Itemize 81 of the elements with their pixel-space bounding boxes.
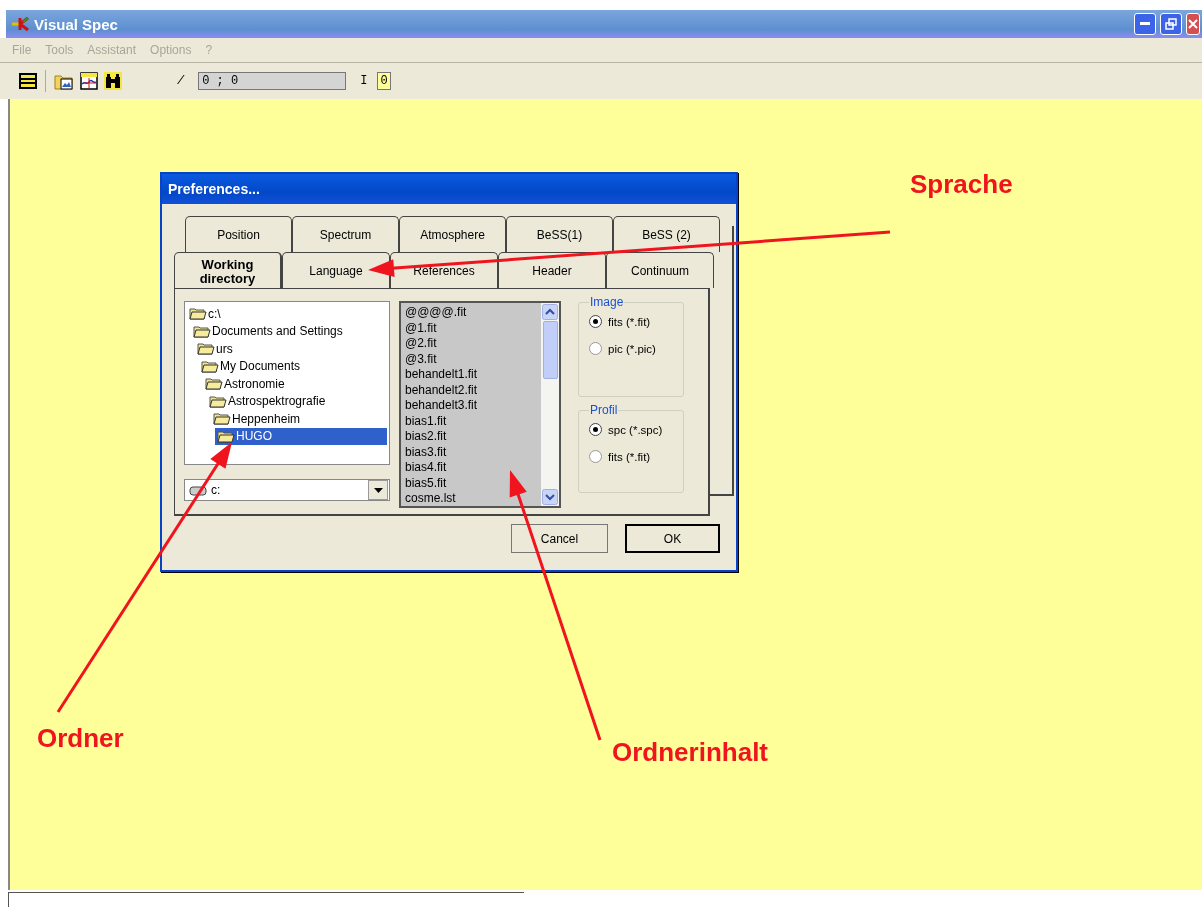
dropdown-arrow-icon	[373, 487, 383, 493]
scroll-thumb[interactable]	[542, 321, 558, 379]
folder-icon	[209, 394, 227, 408]
dialog-title: Preferences...	[168, 181, 260, 197]
tree-item[interactable]: Astrospektrografie	[207, 392, 326, 410]
folder-icon	[189, 307, 207, 321]
intensity-field[interactable]: 0	[377, 72, 392, 90]
tab[interactable]: BeSS (2)	[613, 216, 720, 252]
tab[interactable]: Spectrum	[292, 216, 399, 252]
tab[interactable]: Header	[498, 252, 606, 288]
tree-item[interactable]: c:\	[187, 305, 221, 323]
group-title: Profil	[589, 403, 619, 417]
position-field[interactable]: 0 ; 0	[198, 72, 347, 90]
tab[interactable]: Language	[282, 252, 390, 288]
annotation-label: Ordner	[37, 723, 124, 754]
close-button[interactable]	[1186, 13, 1200, 35]
folder-image-icon	[54, 72, 74, 90]
tree-item[interactable]: My Documents	[199, 357, 301, 375]
list-entry[interactable]: bias3.fit	[405, 444, 537, 460]
dialog-button[interactable]: OK	[625, 524, 720, 553]
radio-button[interactable]	[589, 342, 602, 355]
chart-icon	[80, 72, 98, 90]
scroll-down-icon	[542, 489, 558, 505]
list-entry[interactable]: behandelt3.fit	[405, 398, 537, 414]
list-entry[interactable]: bias4.fit	[405, 460, 537, 476]
list-tool-button[interactable]	[18, 72, 38, 90]
group-title: Image	[589, 295, 625, 309]
tree-item[interactable]: Astronomie	[203, 375, 285, 393]
list-entry[interactable]: bias5.fit	[405, 475, 537, 491]
annotation-label: Sprache	[910, 169, 1013, 200]
list-entry[interactable]: bias1.fit	[405, 413, 537, 429]
list-entry[interactable]: behandelt2.fit	[405, 382, 537, 398]
list-entry[interactable]: @1.fit	[405, 320, 537, 336]
list-entry[interactable]: behandelt1.fit	[405, 367, 537, 383]
folder-icon	[197, 342, 215, 356]
minimize-icon	[1140, 22, 1150, 26]
radio-option[interactable]: fits (*.fit)	[589, 450, 675, 463]
tab[interactable]: References	[390, 252, 498, 288]
radio-button[interactable]	[589, 315, 602, 328]
drive-dropdown[interactable]: c:	[184, 479, 390, 501]
intensity-label: I	[360, 74, 368, 88]
tab[interactable]: Atmosphere	[399, 216, 506, 252]
position-label: /	[177, 74, 185, 88]
close-icon	[1188, 19, 1198, 29]
radio-option[interactable]: spc (*.spc)	[589, 423, 675, 436]
list-entry[interactable]: cosme.lst	[405, 491, 537, 507]
tab[interactable]: Continuum	[606, 252, 714, 288]
folder-icon	[205, 377, 223, 391]
tree-item[interactable]: HUGO	[215, 427, 387, 445]
scroll-up-icon	[542, 304, 558, 320]
folder-icon	[193, 324, 211, 338]
minimize-button[interactable]	[1134, 13, 1156, 35]
radio-option[interactable]: fits (*.fit)	[589, 315, 675, 328]
list-icon	[19, 73, 37, 89]
app-logo-icon	[12, 16, 30, 32]
folder-icon	[213, 412, 231, 426]
list-entry[interactable]: @2.fit	[405, 336, 537, 352]
binoculars-icon	[104, 72, 122, 90]
tree-item[interactable]: Heppenheim	[211, 410, 301, 428]
tab[interactable]: Working directory	[174, 252, 282, 290]
drive-icon	[189, 484, 207, 496]
tree-item[interactable]: urs	[195, 340, 233, 358]
folder-icon	[217, 429, 235, 443]
tab[interactable]: Position	[185, 216, 292, 252]
list-entry[interactable]: @3.fit	[405, 351, 537, 367]
open-profile-button[interactable]	[79, 71, 99, 91]
list-entry[interactable]: @@@@.fit	[405, 305, 537, 321]
annotation-label: Ordnerinhalt	[612, 737, 768, 768]
radio-button[interactable]	[589, 423, 602, 436]
binoculars-button[interactable]	[103, 71, 123, 91]
radio-button[interactable]	[589, 450, 602, 463]
restore-button[interactable]	[1160, 13, 1182, 35]
tab[interactable]: BeSS(1)	[506, 216, 613, 252]
dialog-button[interactable]: Cancel	[511, 524, 608, 553]
radio-option[interactable]: pic (*.pic)	[589, 342, 675, 355]
window-title: Visual Spec	[34, 15, 118, 33]
scrollbar[interactable]	[541, 303, 559, 506]
tree-item[interactable]: Documents and Settings	[191, 322, 343, 340]
list-entry[interactable]: bias2.fit	[405, 429, 537, 445]
restore-icon	[1165, 18, 1177, 30]
folder-icon	[201, 359, 219, 373]
